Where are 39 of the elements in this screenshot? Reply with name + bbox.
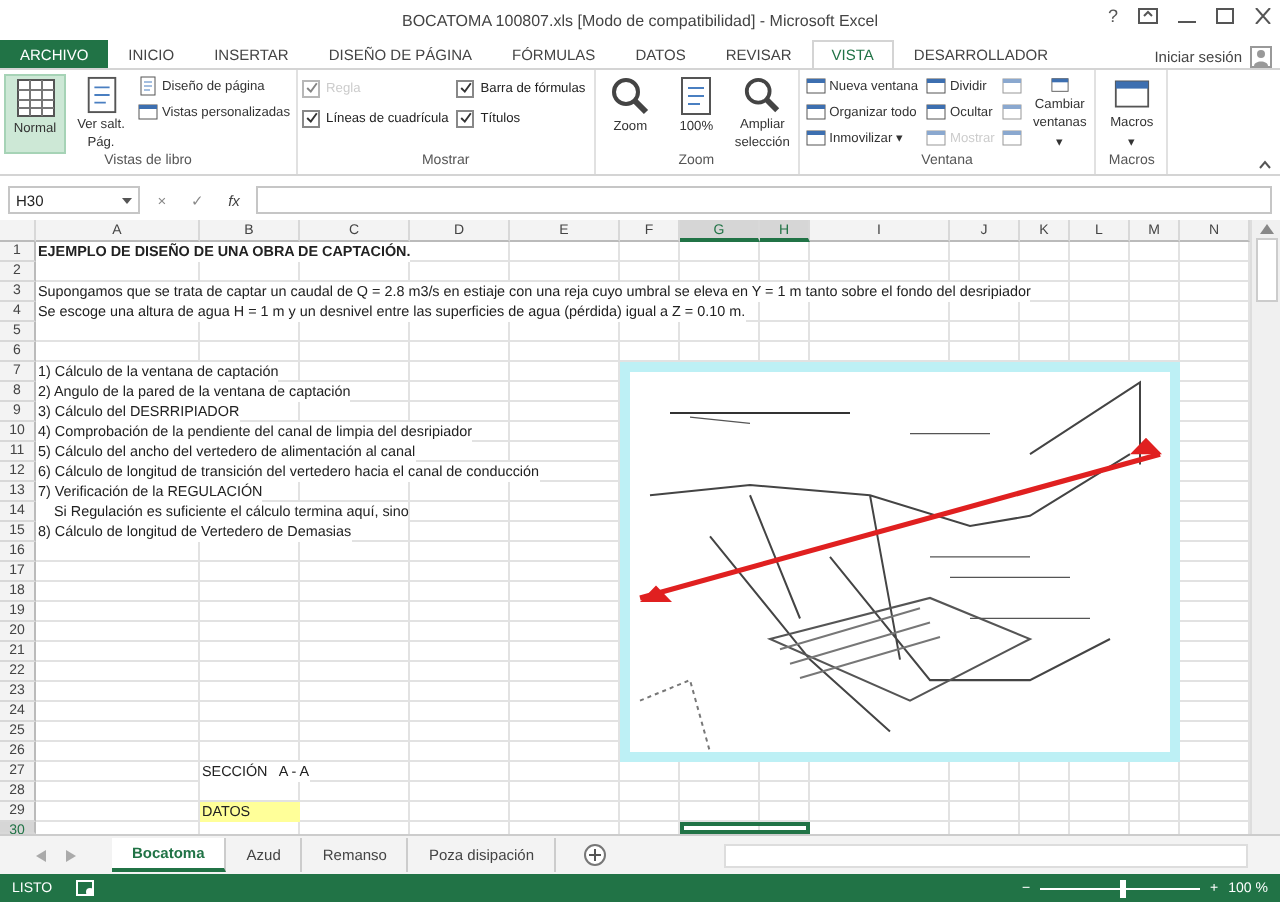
- record-macro-icon[interactable]: [76, 880, 97, 898]
- ribbon-options-icon[interactable]: [1138, 8, 1158, 24]
- window-icon: [138, 102, 158, 122]
- window-icon: [1002, 128, 1023, 148]
- dropdown-icon: [122, 197, 132, 203]
- window-icon: [805, 76, 826, 96]
- user-silhouette-icon: [1250, 46, 1272, 68]
- check-icon: [305, 112, 318, 124]
- close-icon[interactable]: [1254, 8, 1272, 24]
- checkbox[interactable]: [456, 79, 475, 97]
- window-title: BOCATOMA 100807.xls [Modo de compatibilidad] - Microsoft Excel: [401, 11, 879, 29]
- window-icon: [926, 102, 947, 122]
- collapse-icon[interactable]: [1258, 160, 1272, 170]
- window-icon: [805, 102, 826, 122]
- window-icon: [1111, 76, 1152, 112]
- maximize-icon[interactable]: [1216, 8, 1234, 24]
- scrollbar-thumb[interactable]: [1255, 238, 1277, 302]
- check-icon: [459, 112, 472, 124]
- check-icon: [459, 82, 472, 94]
- window-icon: [1002, 102, 1023, 122]
- horizontal-scrollbar[interactable]: [724, 843, 1248, 867]
- window-icon: [1002, 76, 1023, 96]
- scroll-up-icon[interactable]: [1259, 224, 1273, 234]
- formula-input[interactable]: [256, 186, 1272, 214]
- page-icon: [138, 76, 158, 96]
- check-icon: [305, 82, 318, 94]
- window-icon: [926, 76, 947, 96]
- window-icon: [805, 128, 826, 148]
- magnifier-icon: [610, 76, 651, 116]
- selected-cell[interactable]: [680, 822, 810, 834]
- checkbox[interactable]: [456, 109, 475, 127]
- zoom-slider-thumb[interactable]: [1120, 880, 1127, 898]
- magnifier-icon: [742, 76, 783, 114]
- add-sheet-button[interactable]: [584, 844, 607, 866]
- window-icon: [926, 128, 947, 148]
- page-icon: [676, 76, 717, 116]
- checkbox[interactable]: [302, 109, 321, 127]
- grid-icon: [15, 78, 55, 118]
- help-button[interactable]: ?: [1107, 6, 1118, 26]
